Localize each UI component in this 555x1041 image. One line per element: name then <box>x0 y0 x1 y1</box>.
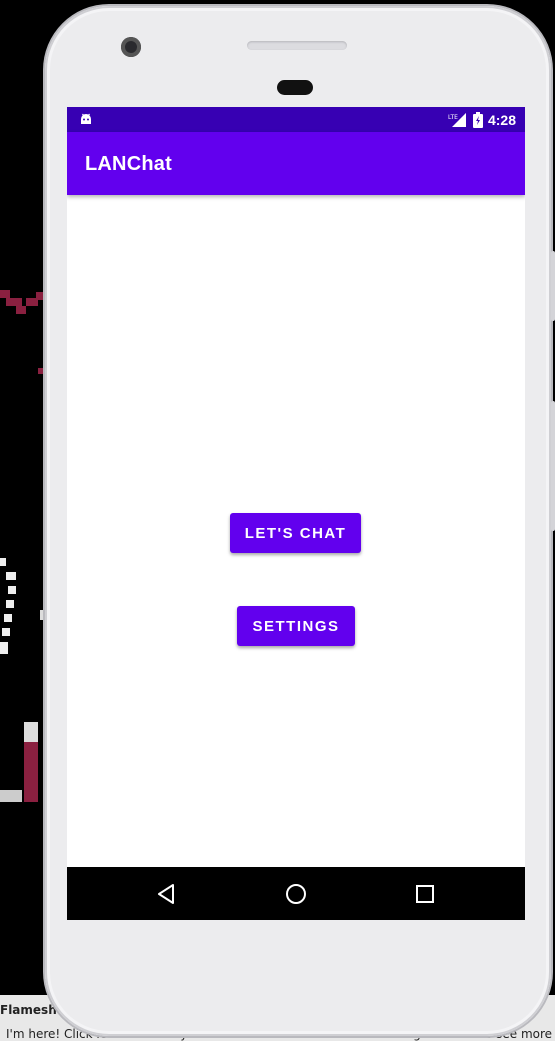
recents-icon[interactable] <box>412 881 438 907</box>
status-time: 4:28 <box>487 112 516 128</box>
navigation-bar <box>67 867 525 920</box>
proximity-sensor <box>277 80 313 95</box>
settings-button[interactable]: SETTINGS <box>237 606 355 646</box>
battery-charging-icon <box>472 112 483 128</box>
home-icon[interactable] <box>283 881 309 907</box>
main-content: LET'S CHAT SETTINGS <box>67 195 525 867</box>
phone-frame: LTE 4:28 LANChat LET'S CHAT SETTINGS <box>45 6 555 1036</box>
android-icon <box>81 113 91 124</box>
earpiece-speaker <box>247 41 347 50</box>
power-button <box>551 401 555 531</box>
network-type-label: LTE <box>448 114 458 121</box>
lets-chat-button[interactable]: LET'S CHAT <box>230 513 361 553</box>
front-camera <box>121 37 141 57</box>
back-icon[interactable] <box>154 881 180 907</box>
status-bar: LTE 4:28 <box>67 107 525 132</box>
volume-button <box>551 251 555 321</box>
signal-icon: LTE <box>448 113 466 127</box>
app-title: LANChat <box>85 153 172 175</box>
device-screen: LTE 4:28 LANChat LET'S CHAT SETTINGS <box>67 107 525 920</box>
app-bar: LANChat <box>67 132 525 195</box>
